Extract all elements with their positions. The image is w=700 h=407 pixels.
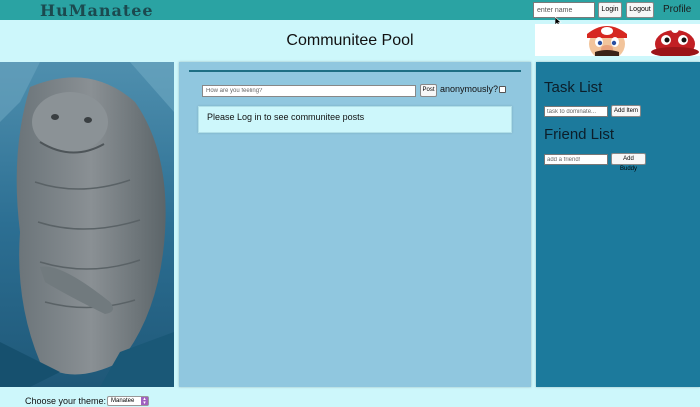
brand-logo[interactable]: HuManatee xyxy=(40,1,154,20)
friend-input[interactable] xyxy=(544,154,608,165)
anonymous-checkbox[interactable] xyxy=(499,86,506,93)
profile-link[interactable]: Profile xyxy=(663,4,691,15)
divider xyxy=(189,70,521,72)
theme-select[interactable]: Manatee ▴ ▾ xyxy=(107,396,149,406)
name-input[interactable] xyxy=(533,2,595,18)
logout-button[interactable]: Logout xyxy=(626,2,654,18)
login-button[interactable]: Login xyxy=(598,2,622,18)
communitee-pool-panel: Post anonymously? Please Log in to see c… xyxy=(179,62,531,387)
theme-select-value: Manatee xyxy=(111,398,135,404)
task-list-heading: Task List xyxy=(544,79,603,96)
mario-banner-image xyxy=(535,24,700,56)
task-input[interactable] xyxy=(544,106,608,117)
select-arrows-icon: ▴ ▾ xyxy=(141,397,148,406)
posts-feed: Please Log in to see communitee posts xyxy=(198,106,512,133)
post-button[interactable]: Post xyxy=(420,84,437,97)
login-required-message: Please Log in to see communitee posts xyxy=(207,112,365,122)
add-item-button[interactable]: Add Item xyxy=(611,105,641,117)
theme-label: Choose your theme: xyxy=(25,396,107,406)
friend-list-heading: Friend List xyxy=(544,126,615,143)
post-input[interactable] xyxy=(202,85,416,97)
manatee-photo xyxy=(0,62,174,387)
sidebar-panel: Task List Add Item Friend List Add Buddy xyxy=(536,62,700,387)
add-buddy-button[interactable]: Add Buddy xyxy=(611,153,646,172)
navbar: HuManatee Login Logout Profile xyxy=(0,0,700,20)
anonymous-label: anonymously? xyxy=(440,84,499,94)
